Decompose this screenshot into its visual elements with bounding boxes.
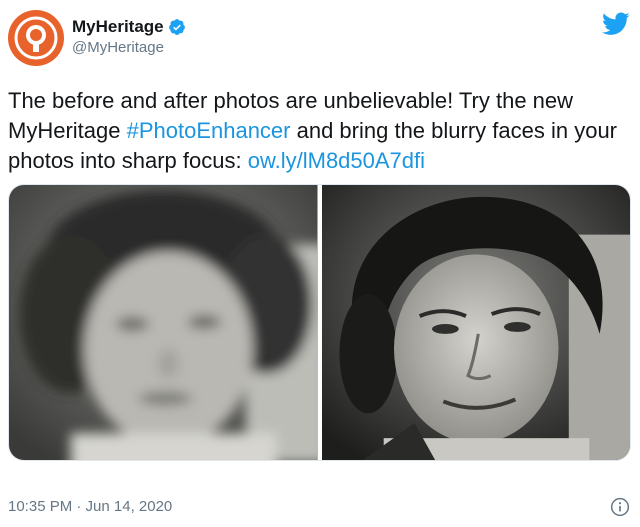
- tweet-text: The before and after photos are unbeliev…: [8, 86, 628, 176]
- after-photo[interactable]: [321, 185, 630, 460]
- account-handle[interactable]: @MyHeritage: [72, 38, 186, 58]
- tweet-timestamp[interactable]: 10:35 PM · Jun 14, 2020: [8, 498, 172, 515]
- short-url-link[interactable]: ow.ly/lM8d50A7dfi: [248, 148, 425, 173]
- before-photo[interactable]: [9, 185, 318, 460]
- hashtag-link[interactable]: #PhotoEnhancer: [127, 118, 291, 143]
- tweet-card: MyHeritage @MyHeritage The before and af…: [0, 0, 640, 527]
- display-name[interactable]: MyHeritage: [72, 16, 186, 38]
- account-name-block[interactable]: MyHeritage @MyHeritage: [72, 16, 186, 58]
- profile-avatar[interactable]: [8, 10, 64, 66]
- info-icon[interactable]: [610, 497, 630, 517]
- twitter-bird-icon[interactable]: [602, 12, 630, 36]
- photo-grid: [8, 184, 631, 461]
- display-name-text: MyHeritage: [72, 17, 164, 36]
- myheritage-logo-icon: [14, 16, 58, 60]
- verified-badge-icon: [168, 19, 185, 35]
